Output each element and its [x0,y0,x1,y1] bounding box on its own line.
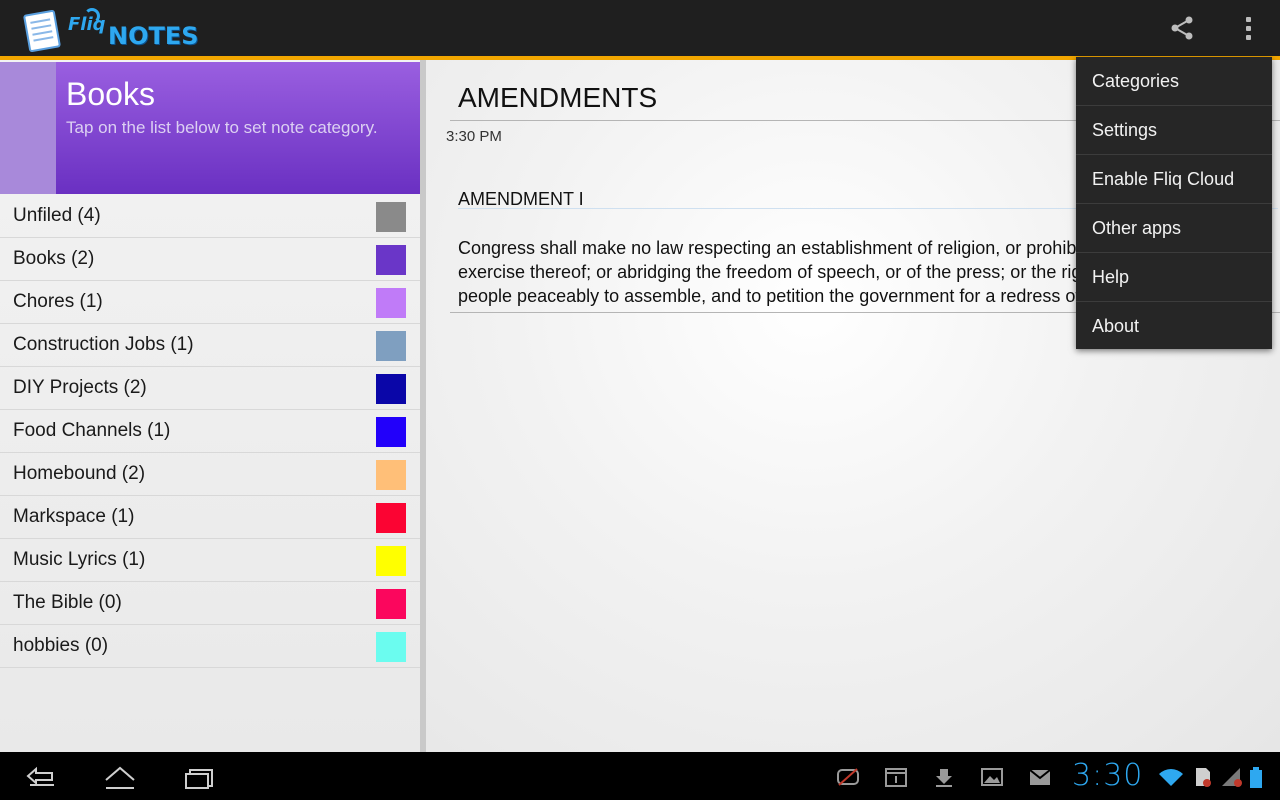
menu-item-about[interactable]: About [1076,302,1272,351]
overflow-menu-icon[interactable] [1230,10,1266,46]
category-row[interactable]: DIY Projects (2) [0,367,420,410]
category-row[interactable]: Construction Jobs (1) [0,324,420,367]
category-label: Chores (1) [13,291,103,312]
menu-item-settings[interactable]: Settings [1076,106,1272,155]
category-row[interactable]: Chores (1) [0,281,420,324]
logo-fliq-text: Fliq [68,14,106,35]
category-label: Markspace (1) [13,506,135,527]
category-list: Unfiled (4) Books (2) Chores (1) Constructi… [0,195,420,668]
status-clock: 3:30 [1072,758,1144,793]
download-icon [932,766,956,788]
category-row[interactable]: Homebound (2) [0,453,420,496]
category-label: Music Lyrics (1) [13,549,146,570]
category-header-swatch [0,62,56,194]
category-label: Food Channels (1) [13,420,171,441]
category-row[interactable]: Unfiled (4) [0,195,420,238]
category-header-subtitle: Tap on the list below to set note catego… [66,118,378,137]
note-heading: AMENDMENT I [458,189,584,209]
menu-item-enable-fliq-cloud[interactable]: Enable Fliq Cloud [1076,155,1272,204]
category-row[interactable]: Food Channels (1) [0,410,420,453]
category-row[interactable]: The Bible (0) [0,582,420,625]
category-header-title: Books [66,76,155,112]
note-title[interactable]: AMENDMENTS [458,82,657,114]
category-row[interactable]: Markspace (1) [0,496,420,539]
category-color-swatch[interactable] [376,202,406,232]
category-color-swatch[interactable] [376,632,406,662]
notebook-icon [22,9,62,53]
wifi-off-icon [836,766,860,788]
fliq-notes-logo[interactable]: Fliq NOTES [22,6,199,53]
action-bar: Fliq NOTES [0,0,1280,57]
category-panel: Books Tap on the list below to set note … [0,60,426,752]
home-icon[interactable] [96,758,144,794]
menu-item-categories[interactable]: Categories [1076,57,1272,106]
category-color-swatch[interactable] [376,460,406,490]
category-label: Unfiled (4) [13,205,101,226]
category-row[interactable]: Books (2) [0,238,420,281]
category-label: hobbies (0) [13,635,109,656]
cell-signal-icon [1220,766,1244,788]
system-navigation-bar: 3:30 [0,752,1280,800]
category-label: DIY Projects (2) [13,377,147,398]
share-icon[interactable] [1164,10,1200,46]
category-row[interactable]: Music Lyrics (1) [0,539,420,582]
category-label: Books (2) [13,248,95,269]
gallery-icon [980,766,1004,788]
sd-card-icon [1190,766,1214,788]
category-header: Books Tap on the list below to set note … [0,62,420,194]
category-color-swatch[interactable] [376,374,406,404]
category-color-swatch[interactable] [376,245,406,275]
category-color-swatch[interactable] [376,546,406,576]
note-timestamp: 3:30 PM [446,128,502,145]
category-color-swatch[interactable] [376,417,406,447]
overflow-menu: Categories Settings Enable Fliq Cloud Ot… [1076,57,1272,349]
category-color-swatch[interactable] [376,331,406,361]
category-label: Homebound (2) [13,463,146,484]
menu-item-other-apps[interactable]: Other apps [1076,204,1272,253]
back-icon[interactable] [16,758,64,794]
category-color-swatch[interactable] [376,589,406,619]
battery-icon [1248,766,1272,788]
menu-item-help[interactable]: Help [1076,253,1272,302]
recent-apps-icon[interactable] [176,758,224,794]
gmail-icon [1028,766,1052,788]
logo-notes-text: NOTES [108,22,199,50]
calendar-icon [884,766,908,788]
category-row[interactable]: hobbies (0) [0,625,420,668]
category-label: Construction Jobs (1) [13,334,194,355]
category-color-swatch[interactable] [376,503,406,533]
category-label: The Bible (0) [13,592,122,613]
wifi-signal-icon [1158,766,1183,788]
category-color-swatch[interactable] [376,288,406,318]
